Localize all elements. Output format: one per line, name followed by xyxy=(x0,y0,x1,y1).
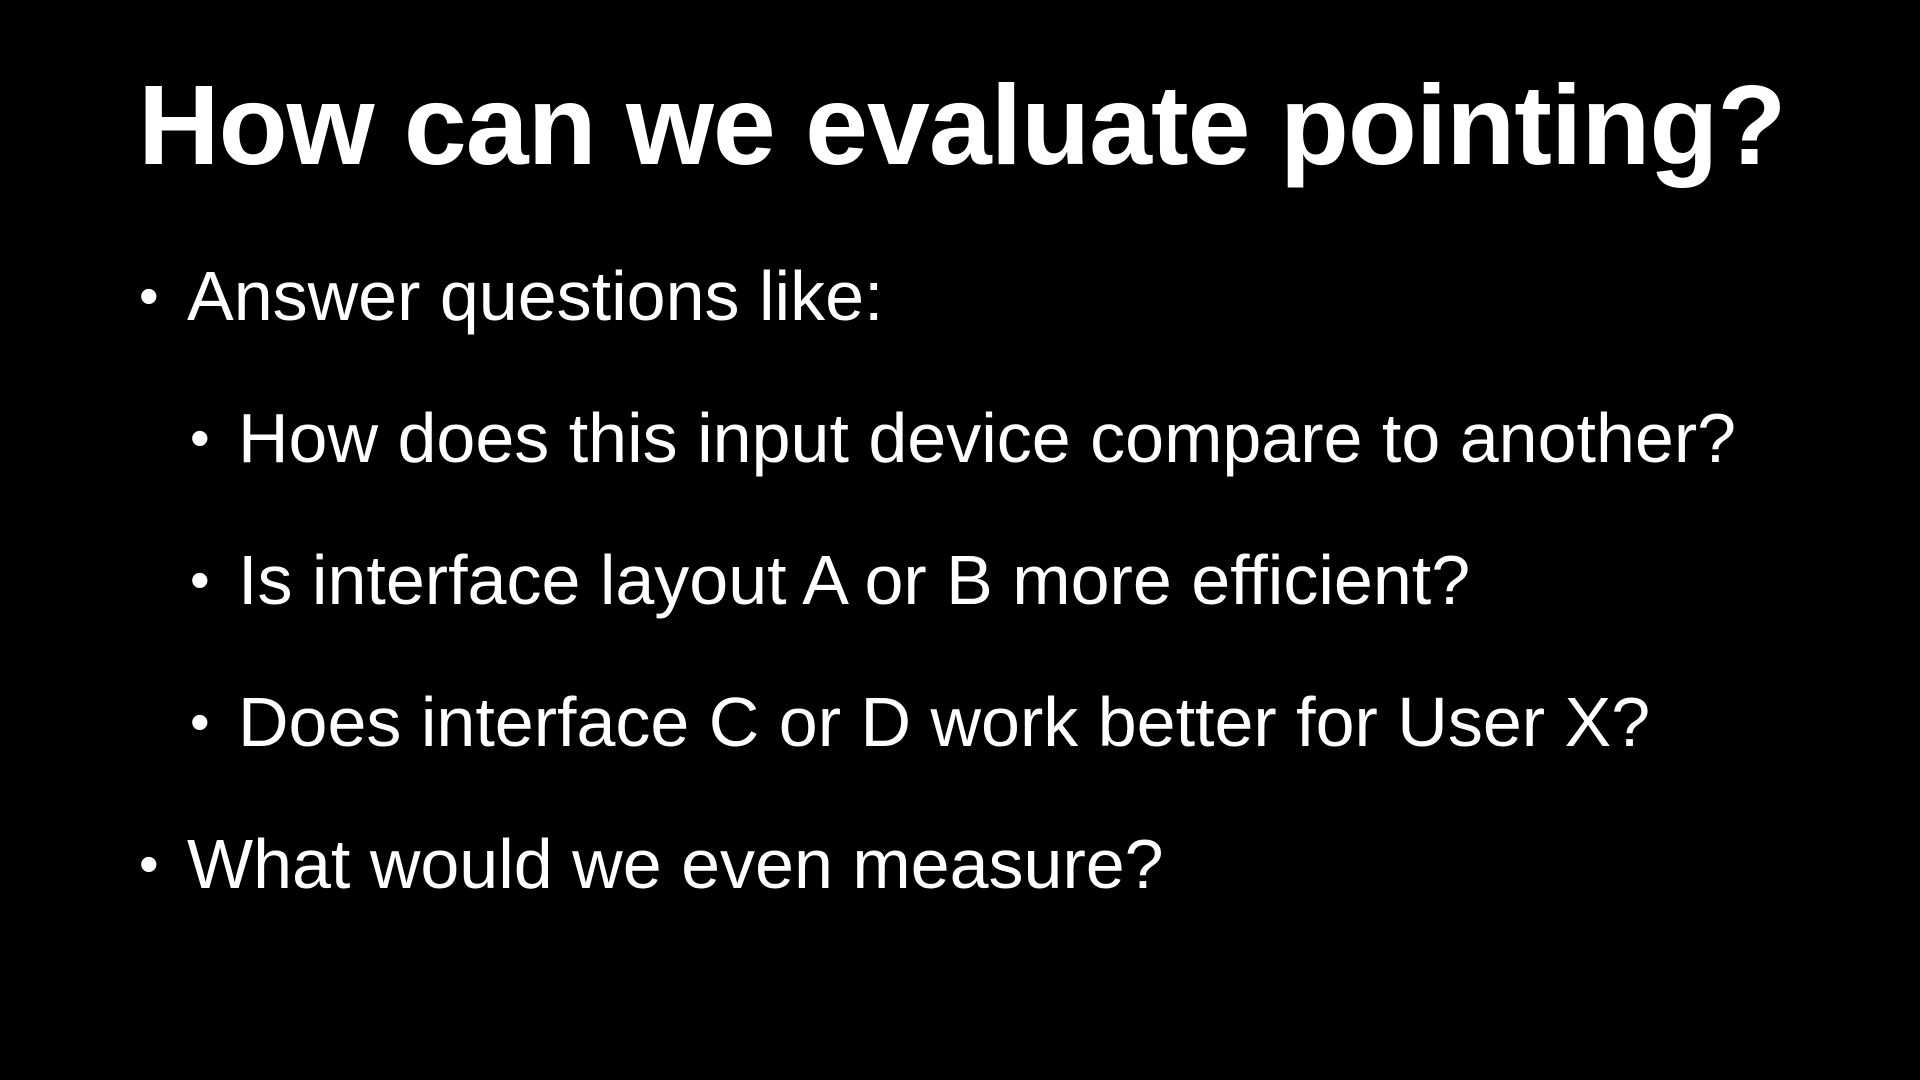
sub-bullet-item: • How does this input device compare to … xyxy=(190,396,1737,480)
bullet-dot-icon: • xyxy=(190,690,210,753)
bullet-dot-icon: • xyxy=(139,832,159,895)
bullet-text: Is interface layout A or B more efficien… xyxy=(238,541,1471,619)
bullet-text: How does this input device compare to an… xyxy=(238,399,1737,477)
bullet-text: Does interface C or D work better for Us… xyxy=(238,683,1651,761)
slide-title: How can we evaluate pointing? xyxy=(138,62,1786,188)
bullet-text: What would we even measure? xyxy=(187,825,1164,903)
sub-bullet-item: • Is interface layout A or B more effici… xyxy=(190,538,1471,622)
bullet-dot-icon: • xyxy=(190,548,210,611)
bullet-dot-icon: • xyxy=(190,406,210,469)
bullet-text: Answer questions like: xyxy=(187,257,884,335)
bullet-item: • What would we even measure? xyxy=(139,822,1164,906)
bullet-dot-icon: • xyxy=(139,264,159,327)
sub-bullet-item: • Does interface C or D work better for … xyxy=(190,680,1651,764)
slide: How can we evaluate pointing? • Answer q… xyxy=(0,0,1920,1080)
bullet-item: • Answer questions like: xyxy=(139,254,884,338)
